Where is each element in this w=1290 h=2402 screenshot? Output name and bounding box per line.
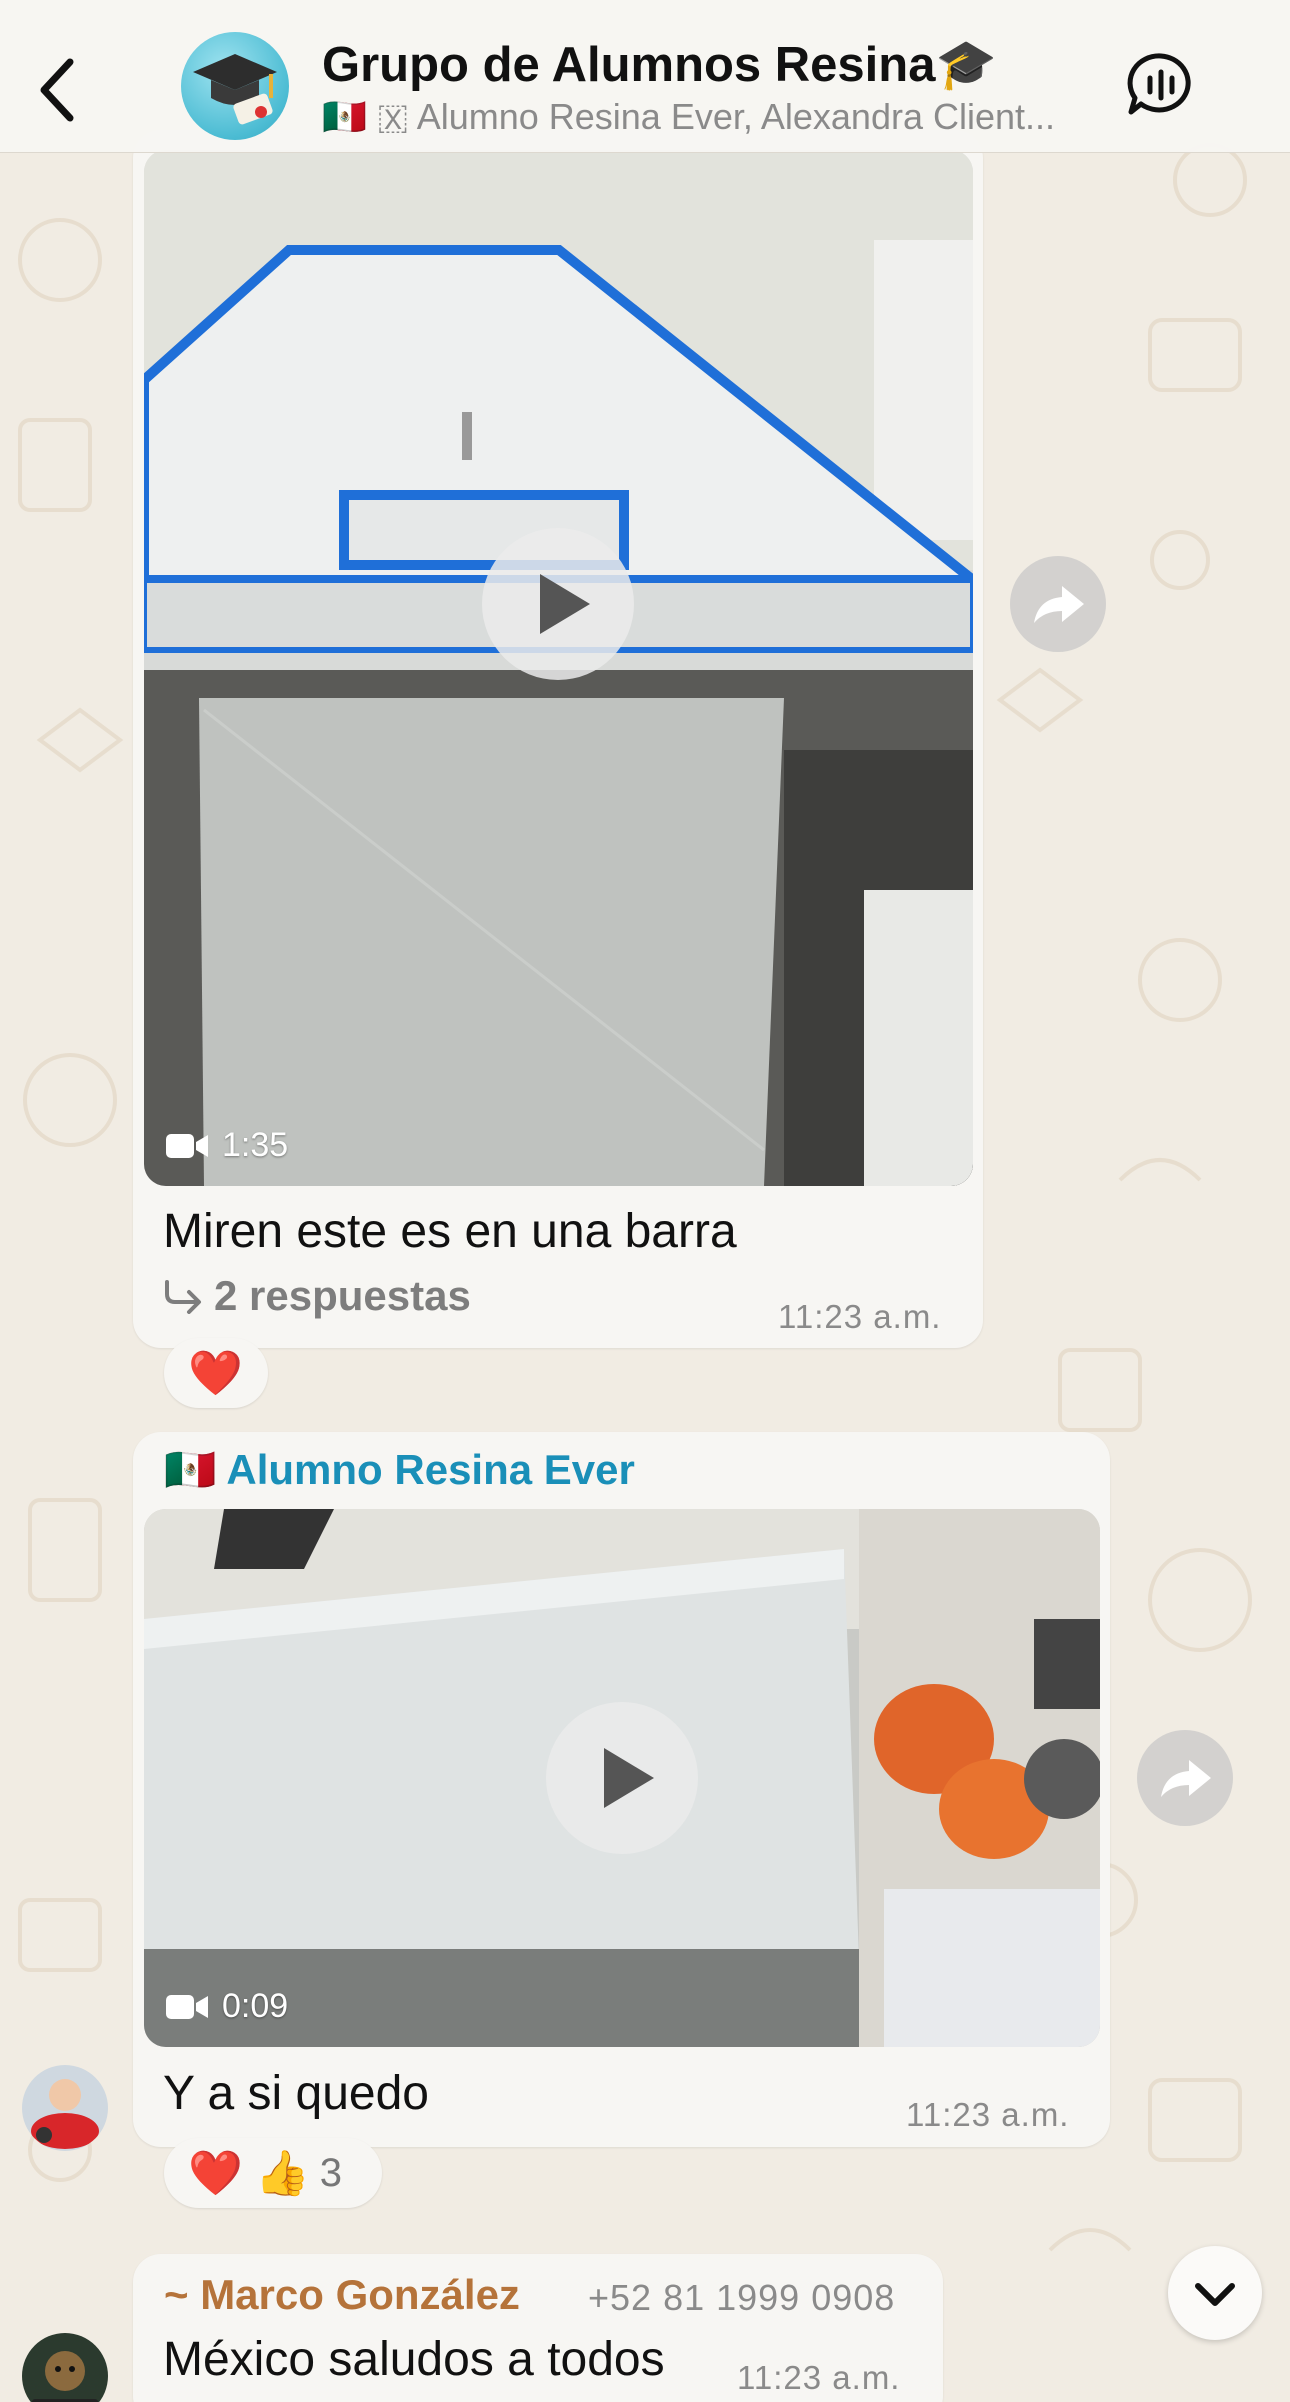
sender-name[interactable]: 🇲🇽 Alumno Resina Ever (164, 1446, 635, 1495)
reaction-pill[interactable]: ❤️ 👍 3 (164, 2138, 382, 2208)
message-time: 11:23 a.m. (737, 2359, 901, 2396)
reply-arrow-icon (165, 1280, 201, 1314)
play-icon[interactable] (482, 528, 634, 680)
reaction-count: 3 (319, 2150, 343, 2195)
sender-name[interactable]: ~ Marco González (164, 2271, 520, 2319)
video-duration: 1:35 (166, 1126, 288, 1165)
forward-icon[interactable] (1010, 556, 1106, 652)
message-time: 11:23 a.m. (778, 1298, 942, 1335)
graduation-cap-icon (193, 54, 277, 125)
video-duration: 0:09 (166, 1987, 288, 2026)
group-avatar[interactable] (181, 32, 289, 140)
duration-label: 1:35 (222, 1126, 289, 1164)
forward-icon[interactable] (1137, 1730, 1233, 1826)
sender-phone: +52 81 1999 0908 (588, 2277, 896, 2318)
replies-link[interactable]: 2 respuestas (214, 1272, 471, 1320)
message-text: México saludos a todos (163, 2333, 665, 2386)
duration-label: 0:09 (222, 1987, 289, 2025)
message-caption: Y a si quedo (163, 2067, 429, 2120)
reaction-emoji: ❤️ 👍 (188, 2149, 310, 2198)
message-caption: Miren este es en una barra (163, 1205, 737, 1258)
reaction-emoji: ❤️ (188, 1349, 243, 1398)
play-icon[interactable] (546, 1702, 698, 1854)
video-thumbnail[interactable]: 1:35 (144, 150, 973, 1186)
call-waveform-icon[interactable] (1126, 50, 1196, 120)
video-camera-icon (166, 1994, 208, 2019)
sender-avatar[interactable] (22, 2065, 108, 2151)
chat-members[interactable]: 🇲🇽 🇽 Alumno Resina Ever, Alexandra Clien… (322, 96, 1092, 139)
reaction-pill[interactable]: ❤️ (164, 1338, 268, 1408)
chevron-down-icon (1195, 2283, 1235, 2306)
video-thumbnail[interactable]: 0:09 (144, 1509, 1100, 2047)
scroll-to-bottom-button[interactable] (1168, 2246, 1262, 2340)
video-camera-icon (166, 1133, 208, 1158)
back-chevron-icon[interactable] (30, 50, 90, 130)
chat-title[interactable]: Grupo de Alumnos Resina🎓 (322, 36, 997, 93)
chat-header: Grupo de Alumnos Resina🎓 🇲🇽 🇽 Alumno Res… (0, 0, 1290, 153)
message-time: 11:23 a.m. (906, 2096, 1070, 2133)
